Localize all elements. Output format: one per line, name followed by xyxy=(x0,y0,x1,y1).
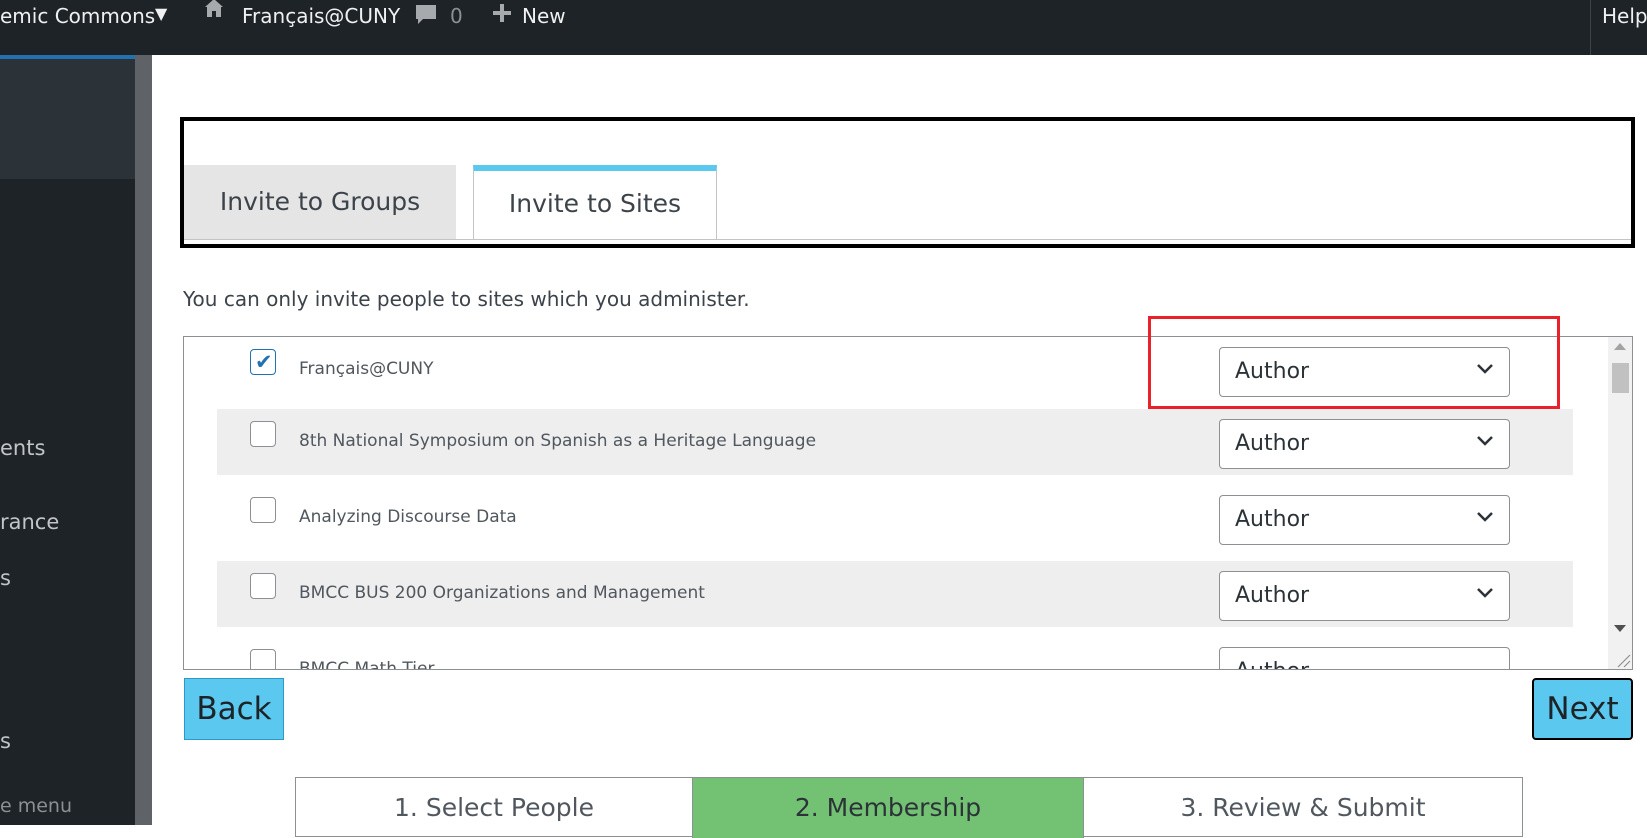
home-icon[interactable] xyxy=(203,0,225,28)
role-select-value: Author xyxy=(1235,507,1310,532)
tab-invite-to-groups[interactable]: Invite to Groups xyxy=(184,165,456,239)
sites-notice: You can only invite people to sites whic… xyxy=(183,287,750,311)
site-row: ✔ Français@CUNY Author xyxy=(217,337,1573,403)
list-scrollbar[interactable] xyxy=(1608,337,1632,669)
step-review-submit: 3. Review & Submit xyxy=(1180,793,1426,822)
chevron-down-icon xyxy=(1477,364,1493,374)
help-link[interactable]: Help xyxy=(1602,0,1647,32)
admin-bar: emic Commons ▼ Français@CUNY 0 New Help xyxy=(0,0,1647,55)
role-select-value: Author xyxy=(1235,431,1310,456)
comments-count[interactable]: 0 xyxy=(450,0,463,32)
sidebar-item-settings[interactable]: s xyxy=(0,729,11,753)
role-select[interactable]: Author xyxy=(1219,347,1510,397)
step-select-people: 1. Select People xyxy=(296,778,693,838)
chevron-down-icon[interactable]: ▼ xyxy=(155,0,167,30)
admin-sidebar: ents rance s s e menu xyxy=(0,55,135,825)
site-name: BMCC Math Tier... xyxy=(299,659,450,670)
site-checkbox[interactable] xyxy=(250,649,276,669)
admin-bar-separator xyxy=(1590,0,1591,55)
admin-bar-current-site[interactable]: Français@CUNY xyxy=(242,0,400,32)
site-name: Français@CUNY xyxy=(299,359,434,379)
site-row: 8th National Symposium on Spanish as a H… xyxy=(217,409,1573,475)
sidebar-item-appearance[interactable]: rance xyxy=(0,510,59,534)
sites-list[interactable]: ✔ Français@CUNY Author 8th National Symp… xyxy=(183,336,1633,670)
site-row: BMCC BUS 200 Organizations and Managemen… xyxy=(217,561,1573,627)
sidebar-active-section xyxy=(0,55,135,179)
role-select[interactable]: Author xyxy=(1219,419,1510,469)
plus-icon[interactable] xyxy=(491,1,513,33)
chevron-down-icon xyxy=(1477,512,1493,522)
progress-steps: 1. Select People 2. Membership 3. Review… xyxy=(295,777,1523,838)
site-row: BMCC Math Tier... Author xyxy=(217,637,1573,670)
role-select-value: Author xyxy=(1235,359,1310,384)
role-select[interactable]: Author xyxy=(1219,495,1510,545)
step-membership: 2. Membership xyxy=(693,778,1084,838)
resize-handle-icon[interactable] xyxy=(1608,645,1632,669)
scroll-thumb[interactable] xyxy=(1612,363,1629,393)
invite-tabs: Invite to Groups Invite to Sites xyxy=(180,117,1635,248)
site-row: Analyzing Discourse Data Author xyxy=(217,485,1573,551)
role-select-value: Author xyxy=(1235,583,1310,608)
new-menu[interactable]: New xyxy=(522,0,566,32)
admin-bar-site-name[interactable]: emic Commons xyxy=(0,0,155,32)
sidebar-item-plugins[interactable]: s xyxy=(0,566,11,590)
site-checkbox[interactable] xyxy=(250,421,276,447)
collapse-menu-button[interactable]: e menu xyxy=(0,795,72,817)
comment-icon[interactable] xyxy=(413,2,439,34)
sidebar-edge xyxy=(135,55,152,825)
checkmark-icon: ✔ xyxy=(255,350,273,374)
scroll-down-arrow-icon[interactable] xyxy=(1614,625,1626,632)
role-select-value: Author xyxy=(1235,659,1309,669)
back-button[interactable]: Back xyxy=(184,678,284,740)
role-select[interactable]: Author xyxy=(1219,571,1510,621)
next-button[interactable]: Next xyxy=(1532,678,1633,740)
tab-invite-to-sites[interactable]: Invite to Sites xyxy=(473,165,717,240)
site-name: BMCC BUS 200 Organizations and Managemen… xyxy=(299,583,705,603)
sidebar-item-comments[interactable]: ents xyxy=(0,436,45,460)
chevron-down-icon xyxy=(1477,588,1493,598)
site-checkbox[interactable] xyxy=(250,497,276,523)
site-name: 8th National Symposium on Spanish as a H… xyxy=(299,431,817,451)
tabs-divider xyxy=(184,239,1631,240)
sidebar-active-indicator xyxy=(0,55,135,59)
scroll-up-arrow-icon[interactable] xyxy=(1614,343,1626,350)
role-select[interactable]: Author xyxy=(1219,647,1510,669)
site-checkbox[interactable]: ✔ xyxy=(250,349,276,375)
site-checkbox[interactable] xyxy=(250,573,276,599)
chevron-down-icon xyxy=(1477,436,1493,446)
site-name: Analyzing Discourse Data xyxy=(299,507,517,527)
